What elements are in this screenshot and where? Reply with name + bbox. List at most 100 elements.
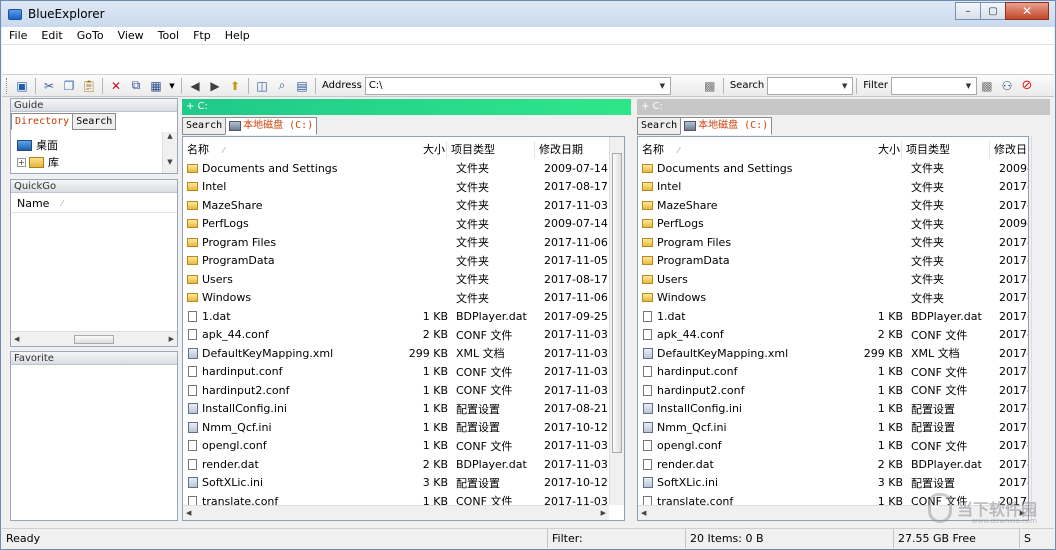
filter-combo[interactable]: ▼: [890, 76, 977, 95]
file-row[interactable]: InstallConfig.ini 1 KB 配置设置 2017-08-21: [183, 400, 610, 419]
address-combo[interactable]: C:\ ▼: [364, 76, 671, 95]
column-header-name[interactable]: 名称 ⁄: [638, 141, 902, 158]
file-row[interactable]: Intel 文件夹 2017-: [638, 178, 1028, 197]
scroll-right-icon[interactable]: ▶: [601, 509, 606, 517]
forward-icon[interactable]: ▶: [206, 77, 224, 95]
maximize-button[interactable]: ▢: [980, 2, 1006, 20]
file-row[interactable]: apk_44.conf 2 KB CONF 文件 2017-: [638, 326, 1028, 345]
menu-edit[interactable]: Edit: [34, 29, 69, 42]
go-icon[interactable]: ▩: [701, 77, 719, 95]
delete-icon[interactable]: ✕: [107, 77, 125, 95]
menu-file[interactable]: File: [2, 29, 34, 42]
file-row[interactable]: opengl.conf 1 KB CONF 文件 2017-: [638, 437, 1028, 456]
search-combo[interactable]: ▼: [767, 76, 854, 95]
file-row[interactable]: Program Files 文件夹 2017-: [638, 233, 1028, 252]
scroll-thumb[interactable]: [612, 153, 622, 453]
menu-tool[interactable]: Tool: [151, 29, 186, 42]
close-button[interactable]: ✕: [1005, 2, 1049, 20]
scroll-thumb[interactable]: [74, 334, 114, 344]
tab-directory[interactable]: Directory: [11, 113, 74, 130]
tree-item-library[interactable]: + 库: [17, 154, 59, 170]
right-path-bar[interactable]: + C:: [637, 99, 1050, 115]
column-header-date[interactable]: 修改日: [990, 141, 1028, 158]
view-mode-icon[interactable]: ▦: [147, 77, 165, 95]
up-folder-icon[interactable]: ⬆: [226, 77, 244, 95]
file-row[interactable]: Users 文件夹 2017-08-17: [183, 270, 610, 289]
file-row[interactable]: render.dat 2 KB BDPlayer.dat 2017-: [638, 455, 1028, 474]
binoculars-icon[interactable]: ⚇: [998, 77, 1016, 95]
file-row[interactable]: ProgramData 文件夹 2017-11-05: [183, 252, 610, 271]
file-row[interactable]: DefaultKeyMapping.xml 299 KB XML 文档 2017-: [638, 344, 1028, 363]
toolbar-grip[interactable]: [6, 77, 9, 94]
cut-icon[interactable]: ✂: [40, 77, 58, 95]
file-row[interactable]: Documents and Settings 文件夹 2009-07-14: [183, 159, 610, 178]
file-row[interactable]: apk_44.conf 2 KB CONF 文件 2017-11-03: [183, 326, 610, 345]
column-header-size-label[interactable]: 大小: [878, 141, 900, 158]
chevron-down-icon[interactable]: ▼: [962, 79, 975, 93]
file-row[interactable]: PerfLogs 文件夹 2009-: [638, 215, 1028, 234]
scroll-right-icon[interactable]: ▶: [169, 335, 174, 343]
quickgo-name-column[interactable]: Name ⁄: [11, 195, 177, 213]
filter-apply-icon[interactable]: ▩: [978, 77, 996, 95]
file-row[interactable]: 1.dat 1 KB BDPlayer.dat 2017-: [638, 307, 1028, 326]
tab-local-disk-c[interactable]: 本地磁盘 (C:): [680, 117, 773, 135]
file-row[interactable]: DefaultKeyMapping.xml 299 KB XML 文档 2017-11…: [183, 344, 610, 363]
split-view-icon[interactable]: ◫: [253, 77, 271, 95]
tab-search[interactable]: Search: [182, 117, 227, 135]
file-list[interactable]: 名称 ⁄ 项目类型 修改日 大小 Documents and Settings 文件…: [637, 136, 1029, 521]
file-list-vscrollbar[interactable]: [609, 137, 624, 505]
copy-icon[interactable]: ❐: [60, 77, 78, 95]
file-row[interactable]: MazeShare 文件夹 2017-: [638, 196, 1028, 215]
tree-item-desktop[interactable]: 桌面: [17, 137, 58, 153]
file-row[interactable]: Users 文件夹 2017-: [638, 270, 1028, 289]
file-row[interactable]: PerfLogs 文件夹 2009-07-14: [183, 215, 610, 234]
file-row[interactable]: MazeShare 文件夹 2017-11-03: [183, 196, 610, 215]
menu-view[interactable]: View: [111, 29, 151, 42]
expand-icon[interactable]: +: [17, 157, 26, 167]
column-header-date[interactable]: 修改日期: [535, 141, 611, 158]
file-list-hscrollbar[interactable]: ◀ ▶: [183, 505, 609, 520]
file-row[interactable]: hardinput.conf 1 KB CONF 文件 2017-: [638, 363, 1028, 382]
file-row[interactable]: Nmm_Qcf.ini 1 KB 配置设置 2017-10-12: [183, 418, 610, 437]
file-row[interactable]: Program Files 文件夹 2017-11-06: [183, 233, 610, 252]
chevron-down-icon[interactable]: ▼: [167, 77, 177, 95]
menu-help[interactable]: Help: [218, 29, 257, 42]
file-row[interactable]: hardinput2.conf 1 KB CONF 文件 2017-11-03: [183, 381, 610, 400]
file-row[interactable]: hardinput2.conf 1 KB CONF 文件 2017-: [638, 381, 1028, 400]
scroll-left-icon[interactable]: ◀: [641, 509, 646, 517]
tab-search[interactable]: Search: [637, 117, 682, 135]
find-icon[interactable]: ⌕: [273, 77, 291, 95]
tab-search[interactable]: Search: [72, 113, 117, 130]
scroll-left-icon[interactable]: ◀: [14, 335, 19, 343]
file-row[interactable]: Windows 文件夹 2017-: [638, 289, 1028, 308]
file-row[interactable]: Windows 文件夹 2017-11-06: [183, 289, 610, 308]
file-row[interactable]: Documents and Settings 文件夹 2009-: [638, 159, 1028, 178]
file-row[interactable]: ProgramData 文件夹 2017-: [638, 252, 1028, 271]
paste-icon[interactable]: 📋︎: [80, 77, 98, 95]
quickgo-hscrollbar[interactable]: ◀ ▶: [11, 331, 177, 346]
column-header-type[interactable]: 项目类型: [902, 141, 990, 158]
scroll-down-icon[interactable]: ▼: [163, 158, 177, 166]
file-list[interactable]: 名称⁄ 大小 项目类型 修改日期 大小 Documents and Settin…: [182, 136, 625, 521]
chevron-down-icon[interactable]: ▼: [838, 79, 851, 93]
back-icon[interactable]: ◀: [186, 77, 204, 95]
file-row[interactable]: hardinput.conf 1 KB CONF 文件 2017-11-03: [183, 363, 610, 382]
scroll-up-icon[interactable]: ▲: [163, 132, 177, 140]
column-header-name[interactable]: 名称 ⁄: [183, 141, 447, 158]
file-row[interactable]: Intel 文件夹 2017-08-17: [183, 178, 610, 197]
duplicate-icon[interactable]: ⧉: [127, 77, 145, 95]
properties-icon[interactable]: ▤: [293, 77, 311, 95]
file-row[interactable]: SoftXLic.ini 3 KB 配置设置 2017-10-12: [183, 474, 610, 493]
tab-local-disk-c[interactable]: 本地磁盘 (C:): [225, 117, 318, 135]
file-row[interactable]: SoftXLic.ini 3 KB 配置设置 2017-: [638, 474, 1028, 493]
column-header-type[interactable]: 项目类型: [447, 141, 535, 158]
save-icon[interactable]: ▣: [13, 77, 31, 95]
minimize-button[interactable]: –: [955, 2, 981, 20]
file-row[interactable]: render.dat 2 KB BDPlayer.dat 2017-11-03: [183, 455, 610, 474]
guide-scrollbar[interactable]: ▲ ▼: [162, 132, 177, 173]
file-row[interactable]: InstallConfig.ini 1 KB 配置设置 2017-: [638, 400, 1028, 419]
file-row[interactable]: opengl.conf 1 KB CONF 文件 2017-11-03: [183, 437, 610, 456]
scroll-left-icon[interactable]: ◀: [186, 509, 191, 517]
menu-ftp[interactable]: Ftp: [186, 29, 218, 42]
column-header-size-label[interactable]: 大小: [423, 141, 445, 158]
